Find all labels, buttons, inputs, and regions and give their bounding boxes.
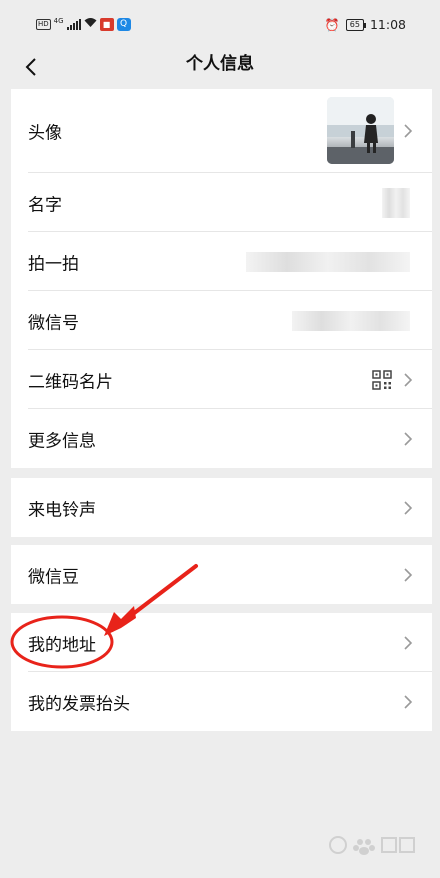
blurred-value — [292, 310, 410, 331]
nav-header: 个人信息 — [0, 46, 440, 88]
qr-code-icon — [372, 369, 392, 390]
beans-group: 微信豆 — [11, 545, 432, 604]
row-label: 微信号 — [28, 313, 79, 333]
status-bar: HD 4G ■ Q ⏰ 65 11:08 — [0, 0, 440, 46]
page-title: 个人信息 — [186, 54, 254, 74]
address-group: 我的地址 我的发票抬头 — [11, 613, 432, 731]
row-name[interactable]: 名字 — [11, 173, 432, 232]
blurred-value — [382, 187, 410, 218]
chevron-right-icon — [403, 372, 413, 388]
row-label: 我的发票抬头 — [28, 694, 130, 714]
status-right: ⏰ 65 11:08 — [325, 17, 406, 32]
search-app-icon: Q — [116, 17, 131, 31]
chevron-right-icon — [403, 567, 413, 583]
row-pat[interactable]: 拍一拍 — [11, 232, 432, 291]
row-invoice-title[interactable]: 我的发票抬头 — [11, 672, 432, 731]
wifi-icon — [84, 17, 97, 31]
blurred-value — [246, 251, 410, 272]
row-my-address[interactable]: 我的地址 — [11, 613, 432, 672]
clock: 11:08 — [369, 17, 406, 32]
row-label: 头像 — [28, 123, 62, 144]
chevron-right-icon — [403, 123, 413, 139]
hd-badge: HD — [36, 18, 51, 30]
row-label: 来电铃声 — [28, 500, 96, 520]
row-label: 名字 — [28, 195, 62, 215]
status-left: HD 4G ■ Q — [36, 17, 131, 31]
row-wechat-id[interactable]: 微信号 — [11, 291, 432, 350]
ringtone-group: 来电铃声 — [11, 478, 432, 537]
baidu-watermark-logo — [328, 834, 418, 860]
signal-icon — [66, 18, 81, 30]
chevron-right-icon — [403, 635, 413, 651]
row-label: 我的地址 — [28, 635, 96, 655]
row-label: 更多信息 — [28, 431, 96, 451]
chevron-right-icon — [403, 431, 413, 447]
row-more-info[interactable]: 更多信息 — [11, 409, 432, 468]
row-qr-card[interactable]: 二维码名片 — [11, 350, 432, 409]
row-label: 二维码名片 — [28, 372, 113, 392]
avatar[interactable] — [327, 97, 394, 164]
signal-type: 4G — [53, 17, 64, 25]
profile-group: 头像 名字 拍一拍 微信号 二维码名片 更多信息 — [11, 89, 432, 468]
row-ringtone[interactable]: 来电铃声 — [11, 478, 432, 537]
battery-indicator: 65 — [345, 18, 367, 31]
alarm-icon: ⏰ — [324, 17, 340, 32]
row-label: 拍一拍 — [28, 254, 79, 274]
row-label: 微信豆 — [28, 567, 79, 587]
chevron-right-icon — [403, 500, 413, 516]
row-avatar[interactable]: 头像 — [11, 89, 432, 173]
app-notification-icon: ■ — [99, 17, 114, 31]
row-wechat-beans[interactable]: 微信豆 — [11, 545, 432, 604]
chevron-right-icon — [403, 694, 413, 710]
